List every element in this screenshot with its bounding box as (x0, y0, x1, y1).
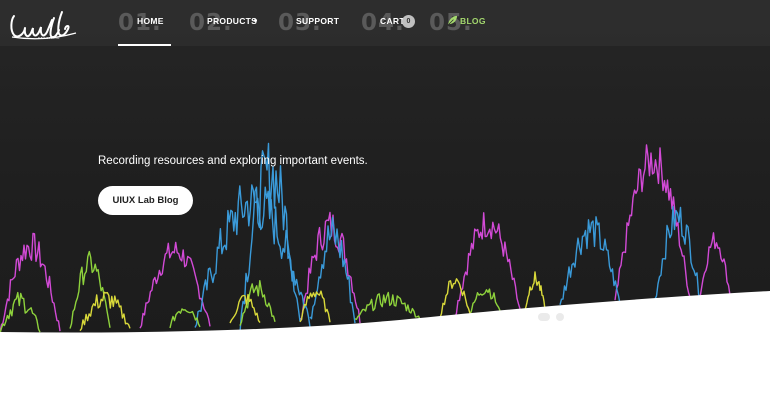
nav-item-home[interactable]: 01. HOME (118, 0, 171, 46)
svg-text:DEV STUDIO: DEV STUDIO (38, 36, 60, 40)
hero-section: DEV STUDIO 01. HOME 02. PRODUCTS 03. SUP… (0, 0, 770, 407)
nav-item-products[interactable]: 02. PRODUCTS (189, 0, 259, 46)
slider-dot[interactable] (556, 313, 564, 321)
nav-item-support[interactable]: 03. SUPPORT (278, 0, 340, 46)
dropdown-dot-icon (254, 19, 257, 22)
slider-dot-active[interactable] (538, 313, 550, 321)
site-logo[interactable]: DEV STUDIO (8, 6, 80, 42)
nav-label: PRODUCTS (207, 16, 258, 26)
blog-cta-button[interactable]: UIUX Lab Blog (98, 186, 193, 215)
nav-label: SUPPORT (296, 16, 340, 26)
hero-tagline: Recording resources and exploring import… (98, 155, 368, 167)
logo-script-icon: DEV STUDIO (10, 11, 77, 40)
top-navbar: DEV STUDIO 01. HOME 02. PRODUCTS 03. SUP… (0, 0, 770, 46)
nav-label: HOME (137, 16, 164, 26)
leaf-icon (447, 15, 458, 26)
nav-item-blog[interactable]: 05. BLOG (429, 0, 489, 46)
cart-count-badge: 0 (402, 15, 415, 28)
nav-label: BLOG (460, 16, 486, 26)
active-nav-underline (118, 44, 171, 46)
